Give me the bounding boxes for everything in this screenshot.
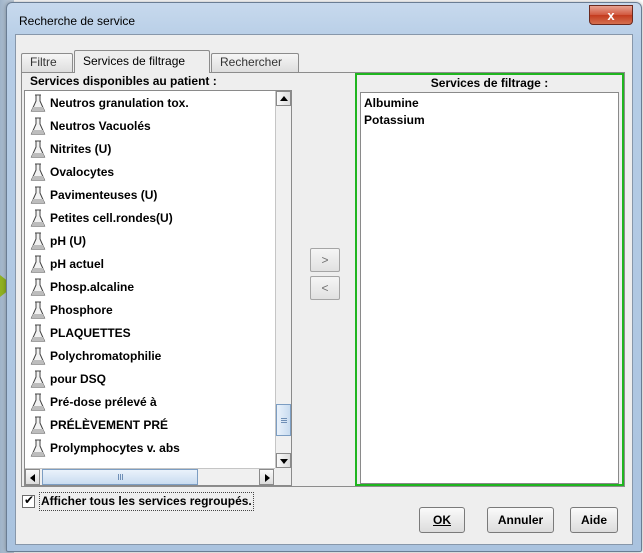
flask-icon [30,140,46,159]
flask-icon [30,117,46,136]
available-service-label: Petites cell.rondes(U) [50,211,173,225]
arrow-right-icon [265,474,270,482]
available-service-item[interactable]: Polychromatophilie [25,346,271,369]
arrow-left-icon [30,474,35,482]
available-service-label: pH actuel [50,257,105,271]
flask-icon [30,439,46,458]
window-title: Recherche de service [19,14,136,28]
flask-icon [30,416,46,435]
tab-filtre[interactable]: Filtre [21,53,73,72]
flask-icon [30,370,46,389]
flask-icon [30,301,46,320]
horizontal-scrollbar[interactable] [25,468,275,485]
grip-line [118,474,119,480]
filter-services-list[interactable]: Albumine Potassium [360,92,619,484]
available-service-item[interactable]: PRÉLÈVEMENT PRÉ [25,415,271,438]
scroll-right-button[interactable] [259,469,274,485]
flask-icon [30,94,46,113]
flask-icon [30,186,46,205]
available-service-item[interactable]: Phosp.alcaline [25,277,271,300]
add-service-button[interactable]: > [310,248,340,272]
dialog-content: Filtre Services de filtrage Rechercher S… [15,34,633,545]
filter-service-item[interactable]: Albumine [361,95,618,112]
available-service-label: Neutros Vacuolés [50,119,151,133]
filter-services-group: Services de filtrage : Albumine Potassium [355,73,624,486]
available-service-item[interactable]: Ovalocytes [25,162,271,185]
available-service-label: Phosphore [50,303,113,317]
arrow-down-icon [280,459,288,464]
flask-icon [30,278,46,297]
flask-icon [30,209,46,228]
scroll-corner [275,468,291,485]
flask-icon [30,255,46,274]
dialog-window: Recherche de service x Filtre Services d… [6,2,642,552]
available-service-item[interactable]: Petites cell.rondes(U) [25,208,271,231]
horizontal-scroll-thumb[interactable] [42,469,198,485]
arrow-up-icon [280,96,288,101]
available-service-item[interactable]: pour DSQ [25,369,271,392]
flask-icon [30,324,46,343]
available-service-label: Ovalocytes [50,165,115,179]
help-button[interactable]: Aide [570,507,618,533]
grip-line [281,418,287,419]
show-grouped-checkbox[interactable]: ✔ [22,493,35,508]
available-service-item[interactable]: Phosphore [25,300,271,323]
ok-button[interactable]: OK [419,507,465,533]
available-service-item[interactable]: Prolymphocytes v. abs [25,438,271,461]
flask-icon [30,347,46,366]
grip-line [120,474,121,480]
available-service-item[interactable]: Nitrites (U) [25,139,271,162]
available-service-item[interactable]: PLAQUETTES [25,323,271,346]
vertical-scroll-thumb[interactable] [276,404,291,436]
available-service-item[interactable]: Pré-dose prélevé à [25,392,271,415]
flask-icon [30,232,46,251]
available-services-list[interactable]: Neutros granulation tox. Neutros Vacuolés… [24,90,292,486]
check-mark-icon: ✔ [24,493,35,507]
vertical-scrollbar[interactable] [275,91,291,468]
available-services-group: Services disponibles au patient : Neutro… [24,73,292,486]
scroll-down-button[interactable] [276,453,291,468]
available-service-item[interactable]: Pavimenteuses (U) [25,185,271,208]
title-bar[interactable]: Recherche de service x [7,3,641,35]
available-service-label: Pré-dose prélevé à [50,395,157,409]
available-service-label: Phosp.alcaline [50,280,135,294]
grip-line [122,474,123,480]
filter-service-item[interactable]: Potassium [361,112,618,129]
available-service-item[interactable]: pH actuel [25,254,271,277]
tab-rechercher[interactable]: Rechercher [211,53,299,72]
available-service-item[interactable]: Neutros granulation tox. [25,93,271,116]
available-service-label: pH (U) [50,234,86,248]
remove-service-button[interactable]: < [310,276,340,300]
scroll-up-button[interactable] [276,91,291,106]
show-grouped-label[interactable]: Afficher tous les services regroupés. [39,492,254,511]
flask-icon [30,393,46,412]
close-button[interactable]: x [589,5,633,25]
cancel-button[interactable]: Annuler [487,507,554,533]
grip-line [281,420,287,421]
available-services-header: Services disponibles au patient : [30,74,217,88]
available-service-label: pour DSQ [50,372,106,386]
filter-services-header: Services de filtrage : [430,76,549,90]
ok-button-label: OK [433,513,451,527]
scroll-left-button[interactable] [25,469,40,485]
available-service-label: Polychromatophilie [50,349,162,363]
flask-icon [30,163,46,182]
available-services-items: Neutros granulation tox. Neutros Vacuolés… [25,93,271,461]
available-service-item[interactable]: Neutros Vacuolés [25,116,271,139]
available-service-label: PLAQUETTES [50,326,131,340]
available-service-label: Neutros granulation tox. [50,96,189,110]
available-service-label: Nitrites (U) [50,142,112,156]
tab-panel: Services disponibles au patient : Neutro… [21,72,625,487]
available-service-item[interactable]: pH (U) [25,231,271,254]
available-service-label: Prolymphocytes v. abs [50,441,180,455]
grip-line [281,422,287,423]
available-service-label: PRÉLÈVEMENT PRÉ [50,418,169,432]
tab-services-de-filtrage[interactable]: Services de filtrage [74,50,210,73]
available-service-label: Pavimenteuses (U) [50,188,158,202]
filter-services-items: Albumine Potassium [361,93,618,129]
